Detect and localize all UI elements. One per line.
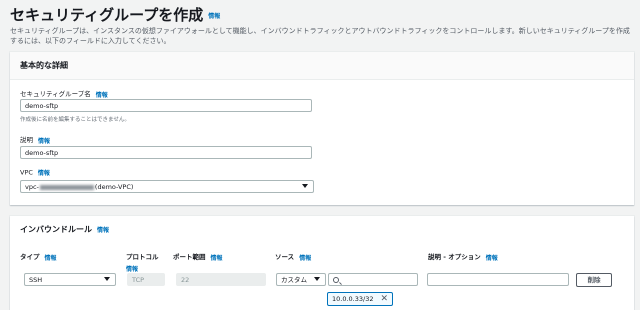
col-type-info-link[interactable]: 情報	[45, 255, 57, 262]
vpc-select[interactable]: vpc- (demo-VPC)	[20, 180, 314, 193]
page-title: セキュリティグループを作成 情報	[10, 4, 220, 25]
chevron-down-icon	[302, 184, 308, 188]
page-description: セキュリティグループは、インスタンスの仮想ファイアウォールとして機能し、インバウ…	[10, 27, 630, 45]
inbound-rules-panel: インバウンドルール 情報 タイプ 情報 プロトコル 情報 ポート範囲 情報 ソース 情報…	[10, 216, 634, 310]
col-description-info-link[interactable]: 情報	[486, 255, 498, 262]
vpc-label: VPC 情報	[20, 168, 50, 178]
col-type-text: タイプ	[20, 253, 40, 261]
col-source-text: ソース	[275, 253, 295, 261]
basic-details-panel: 基本的な詳細 セキュリティグループ名 情報 demo-sftp 作成後に名前を編集…	[10, 52, 634, 205]
sg-name-label: セキュリティグループ名 情報	[20, 88, 108, 99]
col-source: ソース 情報	[275, 251, 311, 262]
sg-name-input[interactable]: demo-sftp	[20, 99, 312, 112]
rule-protocol-field: TCP	[127, 273, 165, 286]
rule-source-type-select[interactable]: カスタム	[276, 273, 326, 286]
chevron-down-icon	[104, 277, 110, 281]
source-cidr-token: 10.0.0.33/32 ✕	[327, 292, 393, 306]
col-type: タイプ 情報	[20, 251, 57, 262]
sg-name-hint: 作成後に名前を編集することはできません。	[20, 117, 130, 123]
rule-description-input[interactable]	[427, 273, 569, 286]
description-label-text: 説明	[20, 136, 33, 144]
rule-type-select[interactable]: SSH	[24, 273, 116, 286]
page-title-text: セキュリティグループを作成	[10, 6, 204, 24]
title-info-link[interactable]: 情報	[208, 13, 220, 20]
inbound-rules-info-link[interactable]: 情報	[97, 227, 109, 234]
rule-port-field: 22	[176, 273, 266, 286]
col-description-text: 説明 - オプション	[428, 253, 481, 261]
source-cidr-value: 10.0.0.33/32	[332, 295, 374, 303]
description-input[interactable]: demo-sftp	[20, 146, 312, 159]
delete-rule-button[interactable]: 削除	[576, 273, 612, 287]
description-info-link[interactable]: 情報	[38, 138, 50, 145]
basic-details-heading: 基本的な詳細	[10, 52, 634, 80]
rule-source-search-input[interactable]	[328, 273, 418, 286]
close-icon[interactable]: ✕	[380, 294, 388, 304]
sg-name-info-link[interactable]: 情報	[96, 92, 108, 99]
vpc-id-redacted	[39, 184, 94, 190]
chevron-down-icon	[314, 277, 320, 281]
col-port: ポート範囲 情報	[173, 251, 223, 262]
vpc-suffix: (demo-VPC)	[94, 183, 134, 191]
vpc-label-text: VPC	[20, 168, 33, 177]
sg-name-label-text: セキュリティグループ名	[20, 90, 91, 98]
vpc-prefix: vpc-	[25, 183, 39, 191]
col-port-info-link[interactable]: 情報	[211, 255, 223, 262]
search-icon	[333, 277, 339, 283]
col-protocol-text: プロトコル	[126, 253, 159, 261]
description-label: 説明 情報	[20, 134, 50, 145]
col-protocol-info-link[interactable]: 情報	[126, 264, 159, 273]
rule-type-value: SSH	[29, 276, 43, 284]
col-port-text: ポート範囲	[173, 253, 206, 261]
vpc-info-link[interactable]: 情報	[38, 170, 50, 177]
inbound-rules-heading: インバウンドルール 情報	[10, 216, 634, 244]
rule-source-type-value: カスタム	[281, 276, 307, 284]
col-protocol: プロトコル 情報	[126, 251, 159, 273]
col-source-info-link[interactable]: 情報	[299, 255, 311, 262]
inbound-rules-heading-text: インバウンドルール	[20, 225, 92, 234]
col-description: 説明 - オプション 情報	[428, 251, 498, 262]
